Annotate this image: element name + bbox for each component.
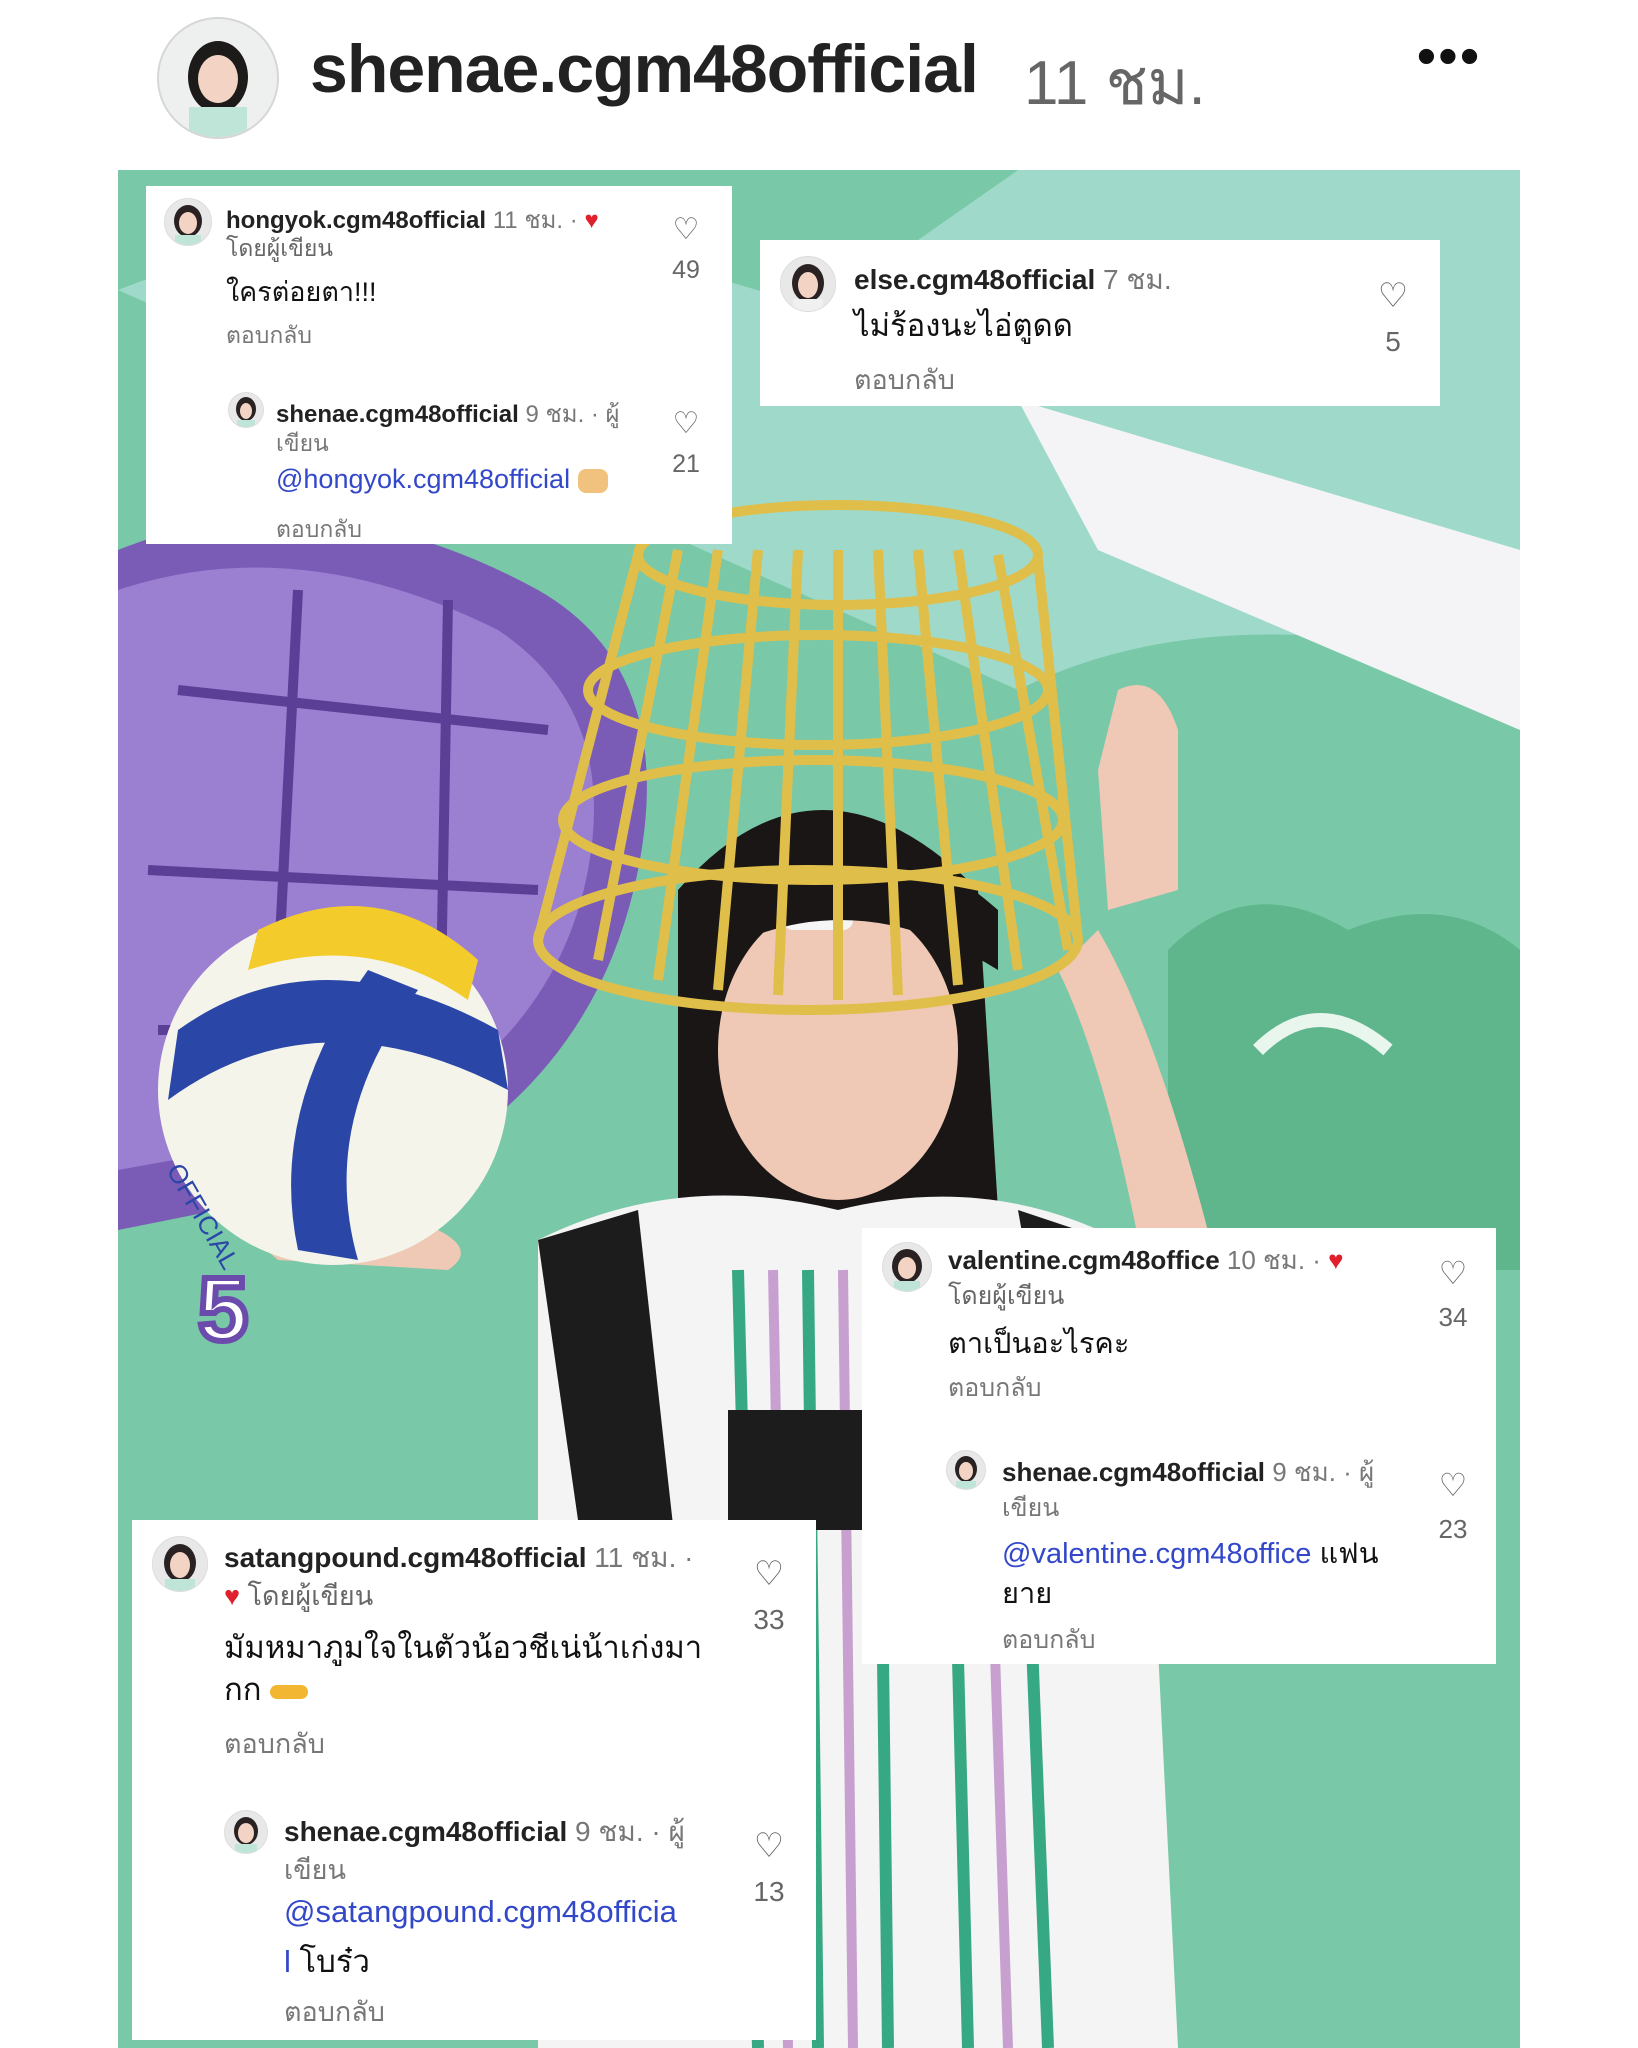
liked-by-author-icon: ♥ — [224, 1581, 241, 1611]
commenter-avatar[interactable] — [164, 198, 212, 246]
reply-mention-link[interactable]: @valentine.cgm48office — [1002, 1538, 1311, 1570]
like-heart-icon[interactable]: ♡ — [664, 214, 708, 246]
reply-time-continued: เขียน — [276, 430, 329, 456]
reply-button[interactable]: ตอบกลับ — [226, 318, 312, 354]
like-count: 21 — [672, 450, 700, 478]
reply-button[interactable]: ตอบกลับ — [224, 1722, 325, 1765]
reply-avatar[interactable] — [228, 392, 264, 428]
comment-time: 10 ชม. · — [1226, 1245, 1321, 1275]
header-username[interactable]: shenae.cgm48official — [310, 30, 979, 108]
comment-card: hongyok.cgm48official 11 ชม. · ♥ โดยผู้เ… — [146, 186, 732, 544]
commenter-avatar[interactable] — [152, 1536, 208, 1592]
reply-username[interactable]: shenae.cgm48official — [1002, 1457, 1265, 1487]
reply-button[interactable]: ตอบกลับ — [276, 512, 362, 548]
reply-time: 9 ชม. · ผู้ — [525, 401, 620, 428]
reply-button[interactable]: ตอบกลับ — [948, 1368, 1041, 1408]
reply-mention-link-continued[interactable]: l — [284, 1944, 291, 1979]
reply-avatar[interactable] — [224, 1810, 268, 1854]
commenter-avatar[interactable] — [780, 256, 836, 312]
backdrop-number: 5 — [198, 1260, 248, 1360]
comment-username[interactable]: valentine.cgm48office — [948, 1245, 1220, 1275]
comment-username[interactable]: else.cgm48official — [854, 264, 1095, 295]
comment-card: satangpound.cgm48official 11 ชม. · ♥ โดย… — [132, 1520, 816, 2040]
comment-author-label: โดยผู้เขียน — [247, 1581, 374, 1611]
reply-time: 9 ชม. · ผู้ — [1272, 1457, 1375, 1487]
reply-time-continued: เขียน — [1002, 1494, 1060, 1522]
like-heart-icon[interactable]: ♡ — [1428, 1468, 1478, 1502]
comment-card: else.cgm48official 7 ชม. ไม่ร้องนะไอ่ตูด… — [760, 240, 1440, 406]
more-options-icon[interactable]: ••• — [1414, 28, 1484, 96]
reply-button[interactable]: ตอบกลับ — [284, 1990, 385, 2033]
pointing-hand-emoji-icon — [270, 1684, 309, 1699]
header-timestamp: 11 ชม. — [1024, 49, 1206, 118]
like-heart-icon[interactable]: ♡ — [1368, 278, 1418, 314]
reply-text: โบร๋ว — [299, 1944, 370, 1979]
comment-text: ใครต่อยตา!!! — [226, 277, 377, 307]
like-count: 23 — [1438, 1514, 1468, 1544]
reply-time-continued: เขียน — [284, 1855, 346, 1885]
comment-text: ตาเป็นอะไรคะ — [948, 1328, 1130, 1360]
like-count: 49 — [672, 256, 700, 284]
comment-text: ไม่ร้องนะไอ่ตูดด — [854, 308, 1073, 343]
comment-time: 11 ชม. · — [492, 207, 578, 234]
like-count: 5 — [1385, 326, 1401, 357]
reply-avatar[interactable] — [946, 1450, 986, 1490]
like-count: 13 — [753, 1876, 785, 1907]
reply-button[interactable]: ตอบกลับ — [854, 358, 955, 401]
reply-mention-link[interactable]: @hongyok.cgm48official — [276, 464, 570, 494]
profile-avatar[interactable] — [157, 17, 279, 139]
comment-username[interactable]: satangpound.cgm48official — [224, 1542, 587, 1573]
liked-by-author-icon: ♥ — [1328, 1245, 1344, 1275]
reply-username[interactable]: shenae.cgm48official — [284, 1816, 567, 1847]
reply-text: แฟน — [1319, 1538, 1379, 1570]
comment-author-label: โดยผู้เขียน — [226, 235, 334, 261]
reply-button[interactable]: ตอบกลับ — [1002, 1620, 1095, 1660]
comment-text-continued: กก — [224, 1672, 262, 1707]
post-header: shenae.cgm48official 11 ชม. ••• — [0, 0, 1638, 150]
liked-by-author-icon: ♥ — [584, 207, 599, 234]
reply-time: 9 ชม. · ผู้ — [575, 1816, 685, 1847]
like-heart-icon[interactable]: ♡ — [742, 1828, 796, 1864]
like-heart-icon[interactable]: ♡ — [1428, 1256, 1478, 1290]
comment-author-label: โดยผู้เขียน — [948, 1282, 1065, 1310]
like-count: 33 — [753, 1604, 785, 1635]
comment-time: 11 ชม. · — [594, 1542, 694, 1573]
commenter-avatar[interactable] — [882, 1242, 932, 1292]
fist-emoji-icon — [577, 468, 608, 493]
comment-card: valentine.cgm48office 10 ชม. · ♥ โดยผู้เ… — [862, 1228, 1496, 1664]
like-count: 34 — [1438, 1302, 1468, 1332]
reply-text-continued: ยาย — [1002, 1578, 1053, 1610]
reply-username[interactable]: shenae.cgm48official — [276, 401, 519, 428]
like-heart-icon[interactable]: ♡ — [742, 1556, 796, 1592]
comment-username[interactable]: hongyok.cgm48official — [226, 207, 486, 234]
like-heart-icon[interactable]: ♡ — [664, 408, 708, 440]
comment-time: 7 ชม. — [1103, 264, 1172, 295]
reply-mention-link[interactable]: @satangpound.cgm48officia — [284, 1894, 677, 1930]
